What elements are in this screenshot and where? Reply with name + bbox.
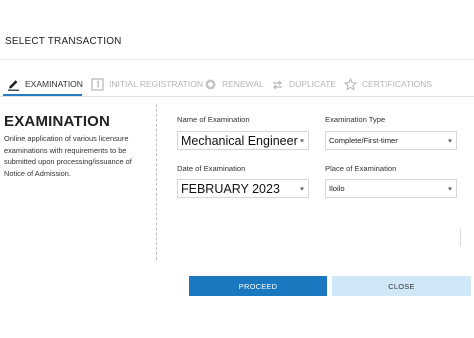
chevron-down-icon	[448, 139, 452, 142]
select-value: Iloilo	[329, 184, 345, 193]
place-of-examination-select[interactable]: Iloilo	[325, 179, 457, 198]
select-value: Complete/First-timer	[329, 136, 398, 145]
place-of-examination-label: Place of Examination	[325, 164, 397, 173]
tab-label: RENEWAL	[222, 79, 264, 89]
pencil-icon	[6, 77, 20, 91]
tab-label: DUPLICATE	[289, 79, 337, 89]
name-of-examination-select[interactable]: Mechanical Engineer	[177, 131, 309, 150]
date-of-examination-select[interactable]: FEBRUARY 2023	[177, 179, 309, 198]
number-one-box-icon	[90, 77, 104, 91]
proceed-button[interactable]: PROCEED	[189, 276, 327, 296]
tab-label: INITIAL REGISTRATION	[109, 79, 203, 89]
swap-arrows-icon	[270, 77, 284, 91]
chevron-down-icon	[448, 187, 452, 190]
name-of-examination-label: Name of Examination	[177, 115, 250, 124]
tab-examination[interactable]: EXAMINATION	[6, 72, 83, 96]
select-value: Mechanical Engineer	[181, 133, 298, 148]
tab-label: CERTIFICATIONS	[362, 79, 433, 89]
vertical-separator	[156, 104, 157, 260]
tabs-divider	[0, 96, 474, 97]
date-of-examination-label: Date of Examination	[177, 164, 246, 173]
scrollbar[interactable]	[460, 228, 461, 246]
tab-label: EXAMINATION	[25, 79, 83, 89]
close-button[interactable]: CLOSE	[332, 276, 471, 296]
star-icon	[343, 77, 357, 91]
examination-type-select[interactable]: Complete/First-timer	[325, 131, 457, 150]
badge-icon	[203, 77, 217, 91]
tab-certifications[interactable]: CERTIFICATIONS	[343, 72, 432, 96]
chevron-down-icon	[300, 187, 304, 190]
header-divider	[0, 59, 474, 60]
section-heading: EXAMINATION	[4, 113, 111, 130]
modal-title: SELECT TRANSACTION	[5, 36, 122, 47]
tab-duplicate[interactable]: DUPLICATE	[270, 72, 336, 96]
examination-type-label: Examination Type	[325, 115, 386, 124]
select-value: FEBRUARY 2023	[181, 181, 280, 196]
tab-initial-registration[interactable]: INITIAL REGISTRATION	[90, 72, 203, 96]
chevron-down-icon	[300, 139, 304, 142]
transaction-tabs: EXAMINATION INITIAL REGISTRATION RENEWAL…	[0, 72, 474, 96]
tab-renewal[interactable]: RENEWAL	[203, 72, 264, 96]
section-description: Online application of various licensure …	[4, 134, 132, 178]
